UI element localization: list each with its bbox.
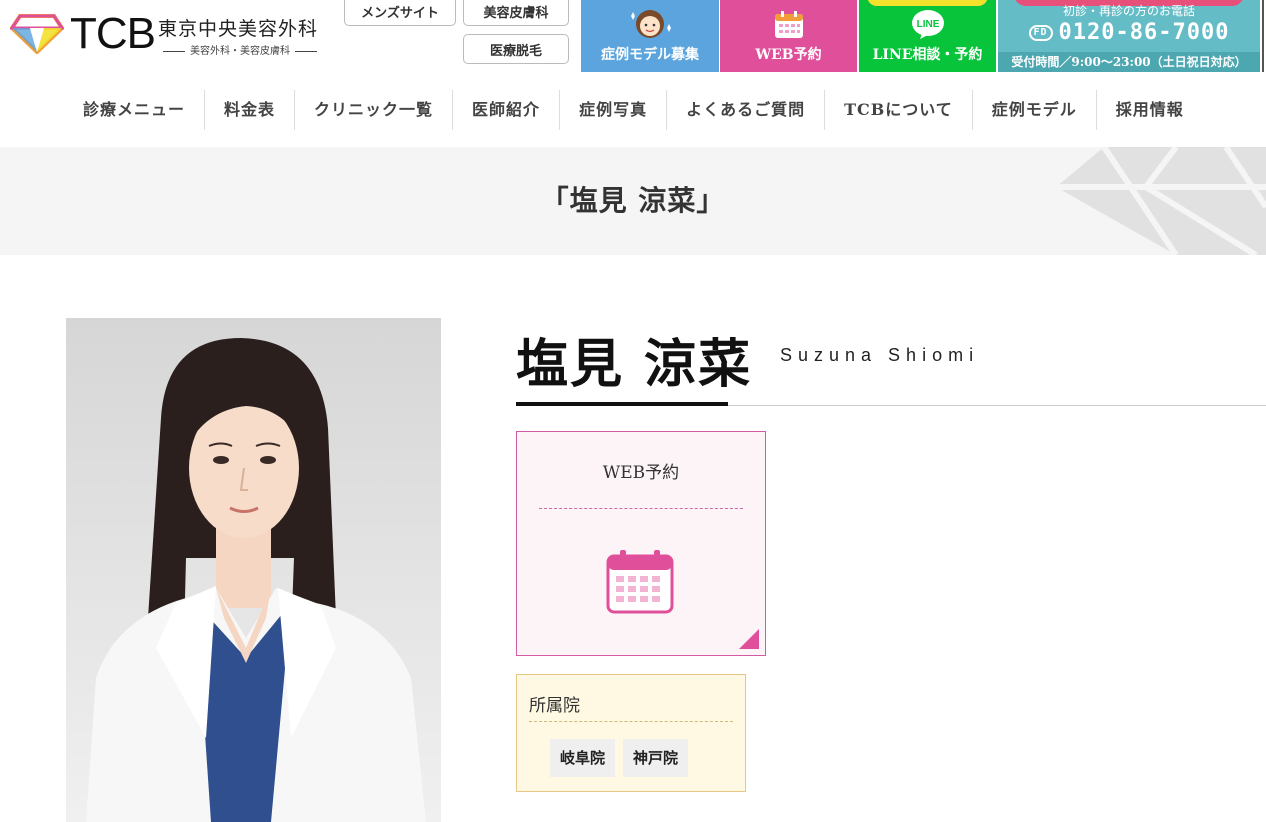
doctor-name: 塩見 涼菜 bbox=[516, 334, 753, 395]
affiliated-clinics-card: 所属院 岐阜院 神戸院 bbox=[516, 674, 746, 792]
nav-item-doctors[interactable]: 医師紹介 bbox=[452, 90, 559, 130]
line-consult-label: LINE相談・予約 bbox=[872, 47, 983, 63]
line-badge-text: LINE bbox=[916, 19, 939, 30]
nav-item-price[interactable]: 料金表 bbox=[204, 90, 294, 130]
diamond-logo-icon bbox=[10, 14, 64, 54]
clinic-tag-list: 岐阜院 神戸院 bbox=[550, 739, 689, 777]
phone-number: FD 0120-86-7000 bbox=[998, 20, 1260, 45]
nav-item-case-model[interactable]: 症例モデル bbox=[971, 90, 1096, 130]
nav-item-clinics[interactable]: クリニック一覧 bbox=[294, 90, 452, 130]
model-recruit-label: 症例モデル募集 bbox=[601, 47, 699, 63]
corner-arrow-icon bbox=[739, 629, 759, 649]
affiliated-clinics-title: 所属院 bbox=[529, 696, 580, 716]
site-logo[interactable]: TCB 東京中央美容外科 美容外科・美容皮膚科 bbox=[8, 8, 328, 60]
page-title-band: 「塩見 涼菜」 bbox=[0, 147, 1266, 255]
brand-subtitle: 美容外科・美容皮膚科 bbox=[158, 42, 322, 57]
page-title: 「塩見 涼菜」 bbox=[540, 184, 726, 217]
web-reserve-card[interactable]: WEB予約 bbox=[516, 431, 766, 656]
hair-removal-button[interactable]: 医療脱毛 bbox=[463, 34, 569, 64]
phone-contact-button[interactable]: 初診・再診の方のお電話 FD 0120-86-7000 受付時間／9:00〜23:… bbox=[998, 0, 1260, 72]
nav-item-cases[interactable]: 症例写真 bbox=[559, 90, 666, 130]
doctor-portrait-image bbox=[66, 318, 441, 822]
calendar-icon bbox=[774, 11, 803, 38]
doctor-photo bbox=[66, 318, 441, 822]
clinic-tag-kobe[interactable]: 神戸院 bbox=[623, 739, 689, 777]
doctor-name-romaji: Suzuna Shiomi bbox=[780, 345, 980, 365]
nav-item-faq[interactable]: よくあるご質問 bbox=[666, 90, 824, 130]
nav-item-about[interactable]: TCBについて bbox=[824, 90, 972, 130]
phone-hours: 受付時間／9:00〜23:00（土日祝日対応） bbox=[998, 52, 1260, 72]
name-underline-thin bbox=[728, 405, 1266, 406]
web-reserve-label: WEB予約 bbox=[755, 47, 822, 63]
model-recruit-button[interactable]: 症例モデル募集 bbox=[581, 0, 719, 72]
card-divider bbox=[539, 508, 743, 509]
nav-item-menu[interactable]: 診療メニュー bbox=[64, 90, 204, 130]
nav-item-recruit[interactable]: 採用情報 bbox=[1095, 90, 1203, 130]
mens-site-button[interactable]: メンズサイト bbox=[344, 0, 456, 26]
woman-face-icon bbox=[631, 10, 671, 38]
phone-title: 初診・再診の方のお電話 bbox=[1062, 4, 1195, 18]
calendar-icon bbox=[606, 550, 674, 614]
web-reserve-card-label: WEB予約 bbox=[602, 463, 680, 483]
phone-number-text: 0120-86-7000 bbox=[1058, 20, 1230, 45]
brand-name-jp: 東京中央美容外科 bbox=[158, 18, 319, 40]
dermatology-button[interactable]: 美容皮膚科 bbox=[463, 0, 569, 26]
global-nav: 診療メニュー 料金表 クリニック一覧 医師紹介 症例写真 よくあるご質問 TCB… bbox=[64, 90, 1203, 130]
brand-name: TCB bbox=[70, 9, 156, 58]
freedial-icon: FD bbox=[1028, 25, 1053, 41]
line-bubble-decoration bbox=[867, 0, 988, 6]
card-divider bbox=[529, 721, 733, 722]
clinic-tag-gifu[interactable]: 岐阜院 bbox=[550, 739, 616, 777]
window-edge bbox=[1262, 0, 1264, 72]
web-reserve-button[interactable]: WEB予約 bbox=[720, 0, 857, 72]
line-consult-button[interactable]: LINE LINE相談・予約 bbox=[859, 0, 996, 72]
line-logo-icon: LINE bbox=[911, 10, 944, 39]
name-underline-thick bbox=[516, 402, 728, 406]
